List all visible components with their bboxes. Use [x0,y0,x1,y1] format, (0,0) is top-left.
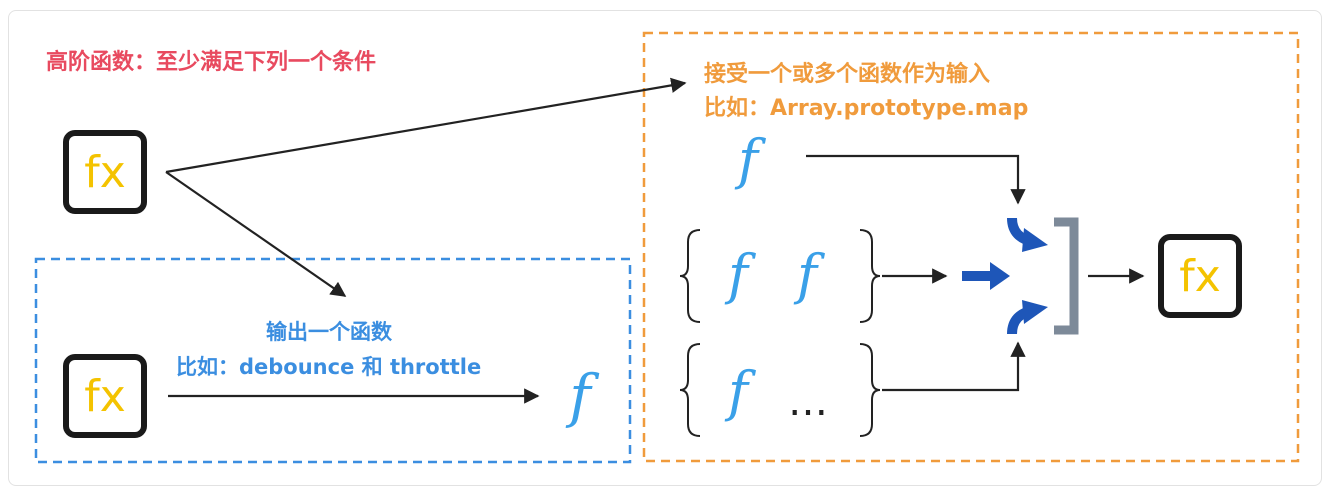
arrow-list-to-merge [882,341,1026,392]
f-symbol-pair-1: f [724,243,756,306]
fx-icon-result: fx [1158,234,1242,318]
arrow-to-output [165,171,347,297]
output-case-example: 比如：debounce 和 throttle [176,355,482,379]
f-symbol-output: f [565,362,600,430]
f-symbol-pair-2: f [793,243,825,306]
ellipsis: … [788,379,828,425]
fx-icon-source: fx [63,130,147,214]
fx-label: fx [1179,250,1221,302]
f-symbol-single: f [734,128,766,191]
fx-label: fx [84,370,126,422]
bracket-left-list [679,343,701,437]
bracket-right-list [859,343,881,437]
input-case-example: 比如：Array.prototype.map [704,96,1029,121]
arrow-single-to-merge [806,154,1026,205]
fx-icon-output-source: fx [63,354,147,438]
diagram-title: 高阶函数：至少满足下列一个条件 [46,50,377,75]
output-case-heading: 输出一个函数 [266,320,392,344]
bracket-left-pair [679,229,701,323]
arrow-to-input [165,77,687,174]
bracket-right-pair [859,229,881,323]
f-symbol-list: f [724,360,756,423]
merge-arrows-icon [962,217,1079,335]
fx-label: fx [84,146,126,198]
input-case-heading: 接受一个或多个函数作为输入 [704,62,991,87]
